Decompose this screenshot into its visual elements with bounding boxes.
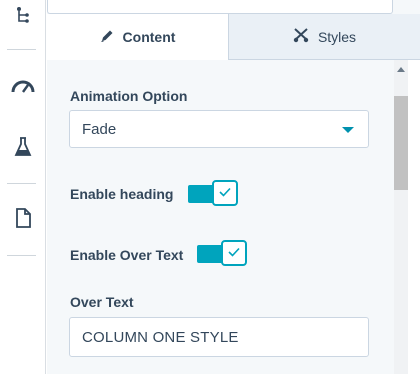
scissors-icon	[293, 27, 309, 46]
header-strip	[47, 0, 393, 14]
sidebar-divider	[7, 255, 36, 256]
content-form: Animation Option Fade Enable heading Ena…	[47, 60, 420, 374]
tree-structure-icon[interactable]	[0, 4, 46, 26]
left-sidebar	[0, 0, 46, 374]
toggle-knob	[212, 180, 238, 206]
over-text-value: COLUMN ONE STYLE	[82, 329, 239, 346]
over-text-label: Over Text	[70, 294, 134, 310]
enable-heading-toggle[interactable]	[188, 180, 238, 206]
enable-over-text-label: Enable Over Text	[70, 247, 184, 263]
over-text-input[interactable]: COLUMN ONE STYLE	[69, 317, 369, 357]
animation-option-value: Fade	[82, 121, 117, 138]
document-icon[interactable]	[0, 206, 46, 230]
animation-option-select[interactable]: Fade	[69, 110, 369, 148]
caret-down-icon	[342, 127, 354, 133]
enable-over-text-toggle[interactable]	[197, 240, 247, 266]
checkmark-icon	[228, 244, 240, 262]
pencil-icon	[100, 29, 114, 46]
tab-styles-label: Styles	[317, 28, 357, 45]
editor-root: Content Styles Animation Option Fade Ena…	[0, 0, 420, 374]
sidebar-divider	[7, 183, 36, 184]
scrollbar-thumb[interactable]	[394, 96, 408, 190]
checkmark-icon	[219, 184, 231, 202]
tab-styles[interactable]: Styles	[229, 14, 420, 60]
tab-bar: Content Styles	[47, 14, 420, 60]
toggle-knob	[221, 240, 247, 266]
editor-panel: Content Styles Animation Option Fade Ena…	[47, 0, 420, 374]
animation-option-label: Animation Option	[70, 88, 188, 104]
sidebar-divider	[7, 49, 36, 50]
vertical-scrollbar[interactable]	[394, 60, 408, 374]
enable-heading-label: Enable heading	[70, 186, 174, 202]
tab-content[interactable]: Content	[47, 14, 229, 60]
flask-icon[interactable]	[0, 136, 46, 158]
scroll-up-arrow-icon[interactable]	[397, 67, 405, 72]
tab-content-label: Content	[122, 29, 176, 45]
panel-gutter	[408, 60, 420, 374]
speedometer-icon[interactable]	[0, 77, 46, 97]
